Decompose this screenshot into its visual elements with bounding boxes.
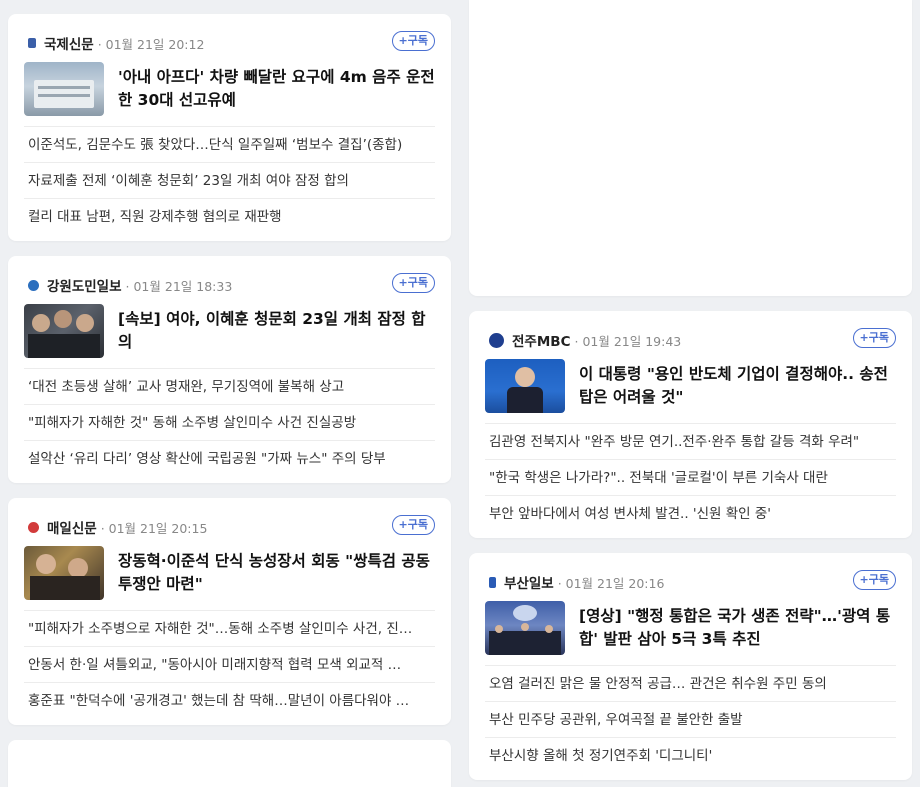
subscribe-button[interactable]: +구독 xyxy=(852,328,896,348)
press-time: · 01월 21일 19:43 xyxy=(574,333,682,349)
card-header: 강원도민일보 · 01월 21일 18:33 +구독 xyxy=(28,273,435,296)
news-thumbnail[interactable] xyxy=(24,546,104,600)
headline-row[interactable]: '아내 아프다' 차량 빼달란 요구에 4m 음주 운전한 30대 선고유예 xyxy=(24,62,435,116)
headline-link[interactable]: [영상] "행정 통합은 국가 생존 전략"…'광역 통합' 발판 삼아 5극 … xyxy=(579,605,896,651)
list-item[interactable]: "한국 학생은 나가라?".. 전북대 '글로컬'이 부른 기숙사 대란 xyxy=(485,460,896,496)
press-time: · 01월 21일 20:15 xyxy=(100,520,208,536)
press-logo-icon xyxy=(28,521,39,533)
headline-link[interactable]: 장동혁·이준석 단식 농성장서 회동 "쌍특검 공동투쟁안 마련" xyxy=(118,550,435,596)
list-item[interactable]: 이준석도, 김문수도 張 찾았다…단식 일주일째 ‘범보수 결집’(종합) xyxy=(24,127,435,163)
list-item[interactable]: 자료제출 전제 ‘이혜훈 청문회’ 23일 개최 여야 잠정 합의 xyxy=(24,163,435,199)
press-logo-icon xyxy=(28,279,39,291)
headline-link[interactable]: 이 대통령 "용인 반도체 기업이 결정해야.. 송전탑은 어려울 것" xyxy=(579,363,896,409)
list-item[interactable]: 부안 앞바다에서 여성 변사체 발견.. '신원 확인 중' xyxy=(485,496,896,532)
press-logo-icon xyxy=(28,38,36,48)
press-logo-icon xyxy=(489,576,496,588)
news-thumbnail[interactable] xyxy=(24,304,104,358)
subscribe-button[interactable]: +구독 xyxy=(391,273,435,293)
press-logo-icon xyxy=(489,332,504,348)
list-item[interactable]: 설악산 ‘유리 다리’ 영상 확산에 국립공원 "가짜 뉴스" 주의 당부 xyxy=(24,441,435,477)
related-news-list: 오염 걸러진 맑은 물 안정적 공급… 관건은 취수원 주민 동의 부산 민주당… xyxy=(485,665,896,774)
headline-row[interactable]: [속보] 여야, 이혜훈 청문회 23일 개최 잠정 합의 xyxy=(24,304,435,358)
related-news-list: 김관영 전북지사 "완주 방문 연기..전주·완주 통합 갈등 격화 우려" "… xyxy=(485,423,896,532)
subscribe-button[interactable]: +구독 xyxy=(391,31,435,51)
press-time: · 01월 21일 18:33 xyxy=(125,278,233,294)
headline-row[interactable]: [영상] "행정 통합은 국가 생존 전략"…'광역 통합' 발판 삼아 5극 … xyxy=(485,601,896,655)
news-card-maeil: 매일신문 · 01월 21일 20:15 +구독 장동혁·이준석 단식 농성장서… xyxy=(8,498,451,725)
press-time: · 01월 21일 20:16 xyxy=(557,575,665,591)
list-item[interactable]: 오염 걸러진 맑은 물 안정적 공급… 관건은 취수원 주민 동의 xyxy=(485,666,896,702)
list-item[interactable]: 부산 민주당 공관위, 우여곡절 끝 불안한 출발 xyxy=(485,702,896,738)
list-item[interactable]: 안동서 한·일 셔틀외교, "동아시아 미래지향적 협력 모색 외교적 … xyxy=(24,647,435,683)
card-header: 전주MBC · 01월 21일 19:43 +구독 xyxy=(489,328,896,351)
list-item[interactable]: "피해자가 자해한 것" 동해 소주병 살인미수 사건 진실공방 xyxy=(24,405,435,441)
subscribe-button[interactable]: +구독 xyxy=(391,515,435,535)
list-item[interactable]: 컬리 대표 남편, 직원 강제추행 혐의로 재판행 xyxy=(24,199,435,235)
news-card-busan: 부산일보 · 01월 21일 20:16 +구독 [영상] "행정 통합은 국가… xyxy=(469,553,912,780)
news-card-jeonju-mbc: 전주MBC · 01월 21일 19:43 +구독 이 대통령 "용인 반도체 … xyxy=(469,311,912,538)
press-time: · 01월 21일 20:12 xyxy=(97,36,205,52)
related-news-list: 이준석도, 김문수도 張 찾았다…단식 일주일째 ‘범보수 결집’(종합) 자료… xyxy=(24,126,435,235)
press-name[interactable]: 국제신문 xyxy=(44,33,94,53)
news-thumbnail[interactable] xyxy=(485,359,565,413)
list-item[interactable]: 김관영 전북지사 "완주 방문 연기..전주·완주 통합 갈등 격화 우려" xyxy=(485,424,896,460)
card-header: 매일신문 · 01월 21일 20:15 +구독 xyxy=(28,515,435,538)
headline-link[interactable]: '아내 아프다' 차량 빼달란 요구에 4m 음주 운전한 30대 선고유예 xyxy=(118,66,435,112)
press-name[interactable]: 전주MBC xyxy=(512,330,570,350)
headline-row[interactable]: 장동혁·이준석 단식 농성장서 회동 "쌍특검 공동투쟁안 마련" xyxy=(24,546,435,600)
list-item[interactable]: 홍준표 "한덕수에 '공개경고' 했는데 참 딱해…말년이 아름다워야 … xyxy=(24,683,435,719)
news-card-kado: 강원도민일보 · 01월 21일 18:33 +구독 [속보] 여야, 이혜훈 … xyxy=(8,256,451,483)
press-name[interactable]: 부산일보 xyxy=(504,572,554,592)
headline-row[interactable]: 이 대통령 "용인 반도체 기업이 결정해야.. 송전탑은 어려울 것" xyxy=(485,359,896,413)
news-thumbnail[interactable] xyxy=(485,601,565,655)
card-header: 국제신문 · 01월 21일 20:12 +구독 xyxy=(28,31,435,54)
press-name[interactable]: 강원도민일보 xyxy=(47,275,122,295)
card-header: 부산일보 · 01월 21일 20:16 +구독 xyxy=(489,570,896,593)
news-card-gukje: 국제신문 · 01월 21일 20:12 +구독 '아내 아프다' 차량 빼달란… xyxy=(8,14,451,241)
news-card-placeholder xyxy=(8,740,451,787)
ad-placeholder-card xyxy=(469,0,912,296)
headline-link[interactable]: [속보] 여야, 이혜훈 청문회 23일 개최 잠정 합의 xyxy=(118,308,435,354)
subscribe-button[interactable]: +구독 xyxy=(852,570,896,590)
related-news-list: ‘대전 초등생 살해’ 교사 명재완, 무기징역에 불복해 상고 "피해자가 자… xyxy=(24,368,435,477)
list-item[interactable]: "피해자가 소주병으로 자해한 것"…동해 소주병 살인미수 사건, 진… xyxy=(24,611,435,647)
news-thumbnail[interactable] xyxy=(24,62,104,116)
list-item[interactable]: 부산시향 올해 첫 정기연주회 '디그니티' xyxy=(485,738,896,774)
press-name[interactable]: 매일신문 xyxy=(47,517,97,537)
list-item[interactable]: ‘대전 초등생 살해’ 교사 명재완, 무기징역에 불복해 상고 xyxy=(24,369,435,405)
related-news-list: "피해자가 소주병으로 자해한 것"…동해 소주병 살인미수 사건, 진… 안동… xyxy=(24,610,435,719)
